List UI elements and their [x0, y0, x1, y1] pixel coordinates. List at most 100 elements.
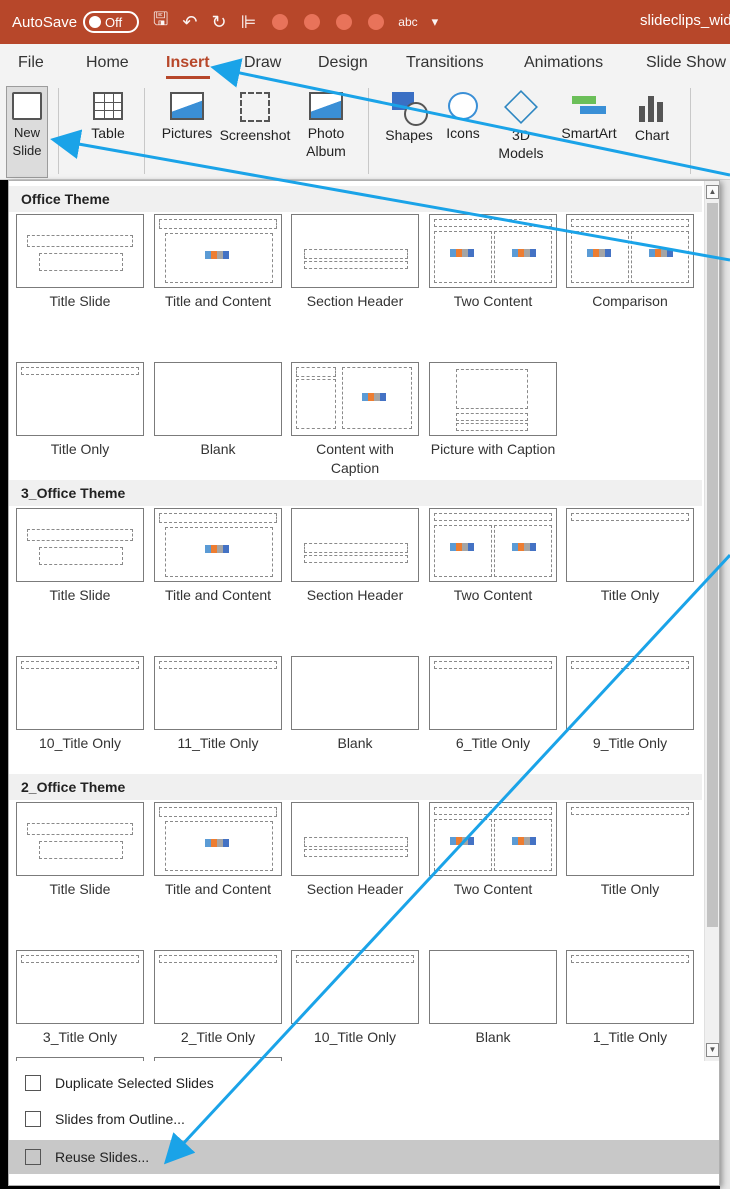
layout-thumbnail[interactable]: Blank	[429, 950, 557, 1047]
comment-icon[interactable]	[336, 14, 353, 30]
layout-thumbnail[interactable]: 9_Title Only	[566, 656, 694, 753]
toggle-knob	[89, 16, 102, 28]
autosave-state: Off	[105, 14, 123, 30]
undo-icon[interactable]: ↶	[182, 12, 197, 33]
save-icon[interactable]: 🖫	[153, 7, 168, 37]
tab-design[interactable]: Design	[318, 54, 368, 72]
layout-label: 9_Title Only	[592, 735, 668, 751]
layout-preview	[291, 362, 419, 436]
tab-slide-show[interactable]: Slide Show	[646, 54, 726, 72]
table-button[interactable]: Table	[82, 92, 134, 142]
ribbon: New Slide Table Pictures Screenshot Phot…	[0, 82, 730, 180]
3d-models-button[interactable]: 3D Models	[490, 90, 552, 162]
gallery-scrollbar[interactable]: ▲ ▼	[704, 181, 719, 1061]
layout-thumbnail[interactable]: Section Header	[291, 802, 419, 899]
shapes-button[interactable]: Shapes	[380, 92, 438, 144]
scroll-thumb[interactable]	[707, 203, 718, 927]
layout-thumbnail[interactable]: Two Content	[429, 508, 557, 605]
layout-thumbnail[interactable]: Section Header	[291, 214, 419, 311]
spelling-icon[interactable]: abc	[398, 15, 417, 29]
layout-preview	[154, 950, 282, 1024]
pictures-label: Pictures	[161, 125, 213, 141]
layout-thumbnail[interactable]: Title Slide	[16, 802, 144, 899]
layout-thumbnail[interactable]: Blank	[154, 362, 282, 459]
layout-preview	[291, 508, 419, 582]
layout-thumbnail[interactable]: Blank	[291, 656, 419, 753]
new-slide-group[interactable]: New Slide	[8, 92, 46, 160]
slides-from-outline-item[interactable]: Slides from Outline...	[9, 1102, 719, 1136]
layout-label: 6_Title Only	[455, 735, 531, 751]
layout-thumbnail[interactable]	[16, 1057, 144, 1061]
redo-icon[interactable]: ↻	[211, 12, 226, 33]
shapes-icon	[392, 92, 428, 126]
ribbon-tabs: File Home Insert Draw Design Transitions…	[0, 44, 730, 82]
3d-models-label: 3D Models	[498, 127, 544, 161]
tab-transitions[interactable]: Transitions	[406, 54, 484, 72]
layout-thumbnail[interactable]: Title Only	[16, 362, 144, 459]
table-label: Table	[91, 125, 125, 141]
layout-thumbnail[interactable]: Title and Content	[154, 508, 282, 605]
layout-thumbnail[interactable]: Title Slide	[16, 508, 144, 605]
section-header: 2_Office Theme	[9, 774, 702, 800]
scroll-up-icon[interactable]: ▲	[706, 185, 719, 199]
tab-animations[interactable]: Animations	[524, 54, 603, 72]
layout-thumbnail[interactable]: 11_Title Only	[154, 656, 282, 753]
layout-thumbnail[interactable]: Title Only	[566, 802, 694, 899]
layout-thumbnail[interactable]: 10_Title Only	[16, 656, 144, 753]
layout-preview	[291, 802, 419, 876]
pictures-button[interactable]: Pictures	[154, 92, 220, 142]
layout-thumbnail[interactable]: Title Only	[566, 508, 694, 605]
customize-toolbar-icon[interactable]: ▾	[432, 14, 439, 30]
layout-thumbnail[interactable]: 6_Title Only	[429, 656, 557, 753]
layout-label: Section Header	[306, 293, 404, 309]
layout-thumbnail[interactable]: 3_Title Only	[16, 950, 144, 1047]
reuse-slides-item[interactable]: Reuse Slides...	[9, 1140, 719, 1174]
present-icon[interactable]	[304, 14, 321, 30]
cube-icon	[504, 90, 538, 124]
layout-thumbnail[interactable]: Section Header	[291, 508, 419, 605]
icons-button[interactable]: Icons	[438, 92, 488, 142]
layout-thumbnail[interactable]: 10_Title Only	[291, 950, 419, 1047]
draw-icon[interactable]	[368, 14, 385, 30]
photo-album-icon	[309, 92, 343, 120]
layout-thumbnail[interactable]	[154, 1057, 282, 1061]
layout-preview	[566, 656, 694, 730]
smartart-button[interactable]: SmartArt	[556, 92, 622, 142]
icons-icon	[448, 92, 478, 120]
duplicate-slides-item[interactable]: Duplicate Selected Slides	[9, 1066, 719, 1100]
tab-insert[interactable]: Insert	[166, 54, 210, 79]
layout-preview	[16, 950, 144, 1024]
layout-thumbnail[interactable]: Picture with Caption	[429, 362, 557, 459]
layout-label: Blank	[200, 441, 236, 457]
layout-label: Title Slide	[49, 587, 111, 603]
duplicate-icon	[25, 1075, 41, 1091]
scroll-down-icon[interactable]: ▼	[706, 1043, 719, 1057]
layout-label: Title Only	[600, 881, 660, 897]
layout-preview	[291, 656, 419, 730]
layout-thumbnail[interactable]: Title Slide	[16, 214, 144, 311]
screenshot-label: Screenshot	[219, 127, 291, 143]
layout-label: Title Only	[50, 441, 110, 457]
layout-thumbnail[interactable]: Comparison	[566, 214, 694, 311]
layout-thumbnail[interactable]: Title and Content	[154, 214, 282, 311]
layout-thumbnail[interactable]: Two Content	[429, 214, 557, 311]
photo-album-button[interactable]: Photo Album	[294, 92, 358, 160]
layout-thumbnail[interactable]: Content with Caption	[291, 362, 419, 478]
layout-thumbnail[interactable]: 1_Title Only	[566, 950, 694, 1047]
screenshot-button[interactable]: Screenshot	[214, 92, 296, 144]
chart-icon	[637, 92, 667, 122]
layout-thumbnail[interactable]: Title and Content	[154, 802, 282, 899]
chart-button[interactable]: Chart	[626, 92, 678, 144]
tab-home[interactable]: Home	[86, 54, 129, 72]
tab-draw[interactable]: Draw	[244, 54, 281, 72]
reuse-slides-icon	[25, 1149, 41, 1165]
autosave-toggle[interactable]: Off	[83, 11, 140, 33]
layout-label: 11_Title Only	[177, 735, 259, 751]
layout-label: Title and Content	[164, 293, 272, 309]
layout-preview	[16, 1057, 144, 1061]
layout-thumbnail[interactable]: 2_Title Only	[154, 950, 282, 1047]
start-from-beginning-icon[interactable]: ⊫	[241, 12, 257, 33]
record-icon[interactable]	[272, 14, 289, 30]
tab-file[interactable]: File	[18, 54, 44, 72]
layout-thumbnail[interactable]: Two Content	[429, 802, 557, 899]
